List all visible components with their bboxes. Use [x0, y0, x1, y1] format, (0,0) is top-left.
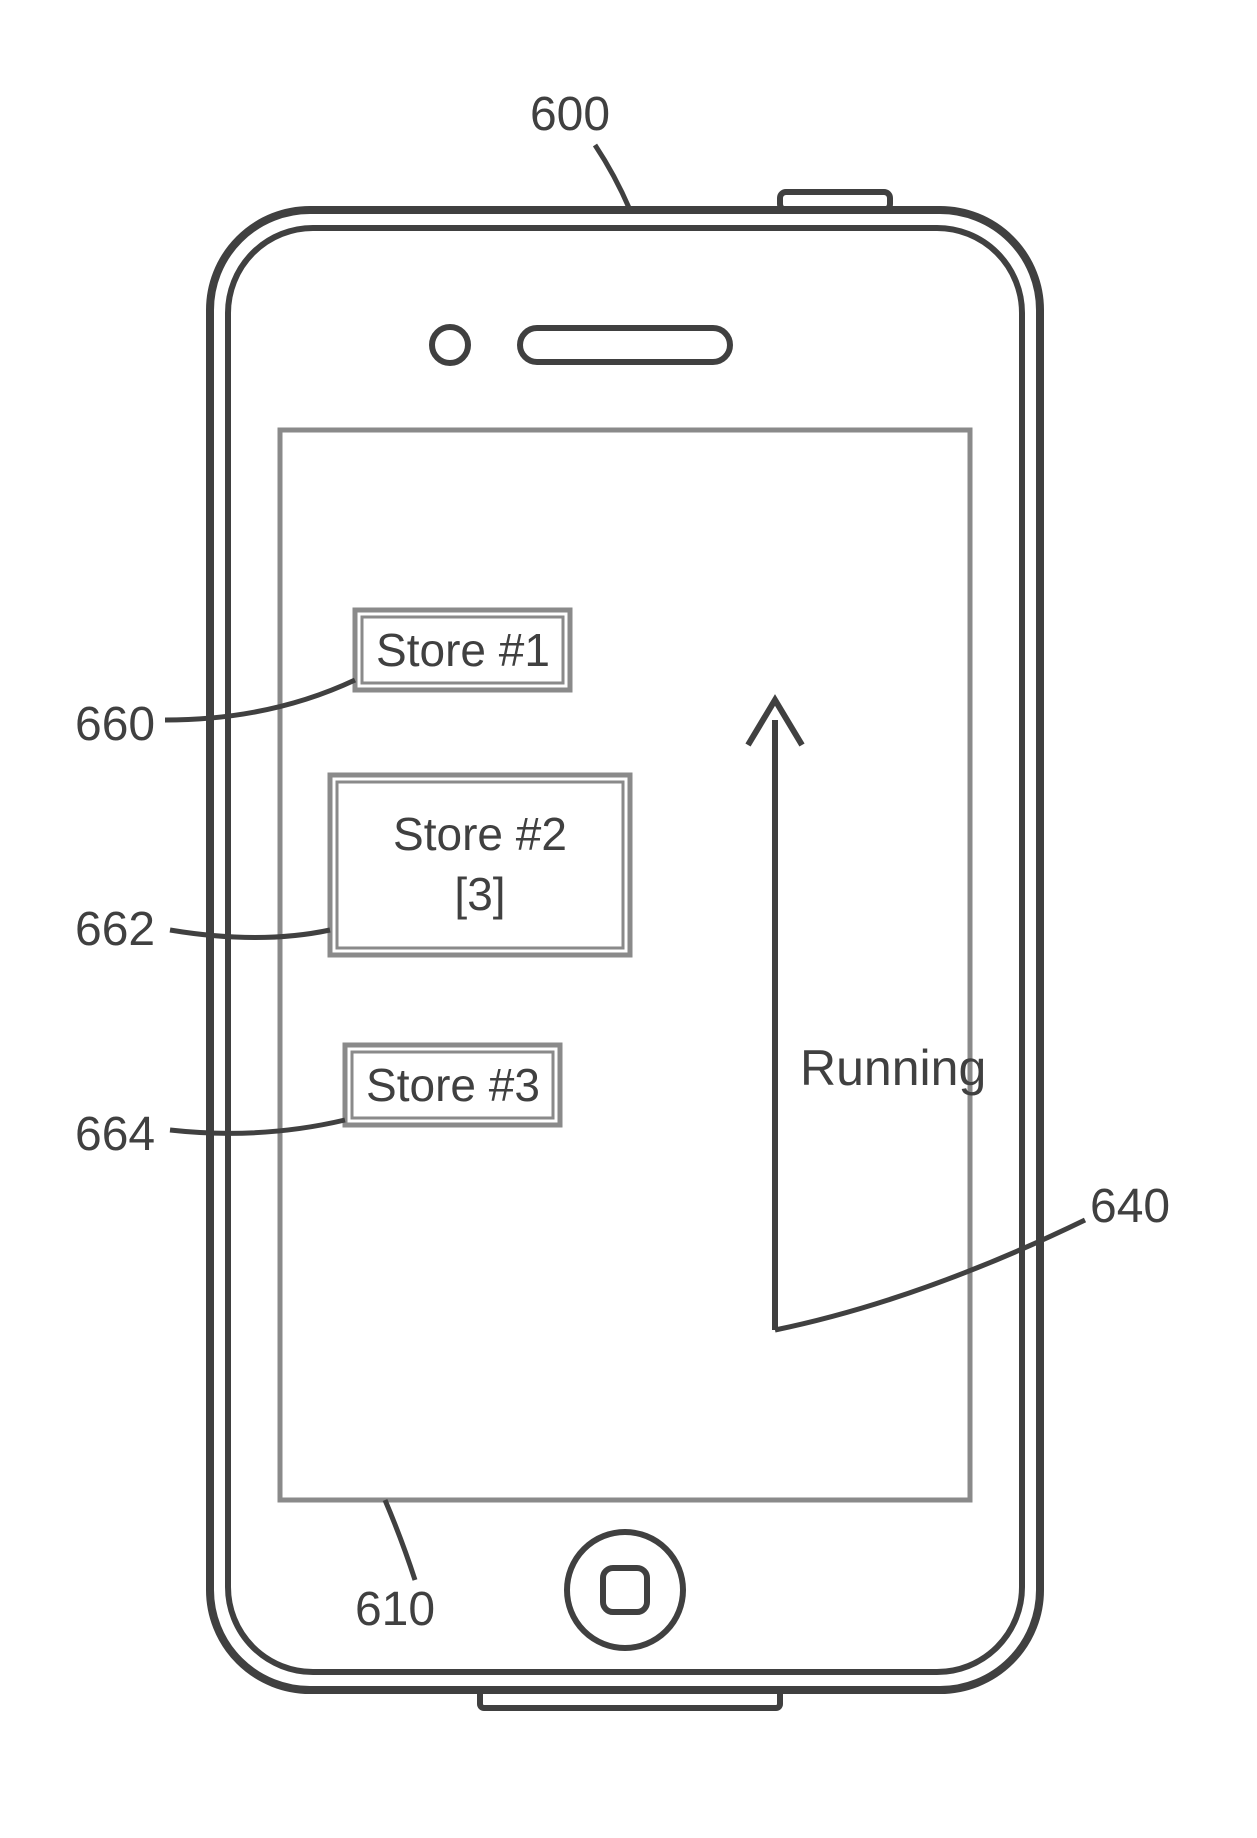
- home-button-glyph-icon: [603, 1568, 647, 1612]
- phone-body-inner: [228, 228, 1022, 1672]
- power-button-icon: [780, 192, 890, 210]
- ref-600-label: 600: [530, 88, 610, 141]
- running-label: Running: [800, 1040, 986, 1096]
- store3-box[interactable]: Store #3: [345, 1045, 560, 1125]
- dock-connector-icon: [480, 1690, 780, 1708]
- store3-label: Store #3: [366, 1059, 540, 1111]
- store2-label-line1: Store #2: [393, 808, 567, 860]
- ref-600: 600: [530, 88, 630, 210]
- ref-640: 640: [775, 1180, 1170, 1330]
- ref-640-label: 640: [1090, 1180, 1170, 1233]
- ref-660: 660: [75, 680, 355, 751]
- earpiece-speaker-icon: [520, 328, 730, 362]
- store1-box[interactable]: Store #1: [355, 610, 570, 690]
- home-button[interactable]: [567, 1532, 683, 1648]
- ref-664-label: 664: [75, 1108, 155, 1161]
- store2-box[interactable]: Store #2 [3]: [330, 775, 630, 955]
- front-camera-icon: [432, 327, 468, 363]
- running-arrow: Running: [748, 700, 986, 1330]
- ref-610: 610: [355, 1500, 435, 1636]
- ref-610-label: 610: [355, 1583, 435, 1636]
- ref-660-label: 660: [75, 698, 155, 751]
- screen-area[interactable]: [280, 430, 970, 1500]
- store1-label: Store #1: [376, 624, 550, 676]
- store2-label-line2: [3]: [454, 868, 505, 920]
- ref-662: 662: [75, 903, 330, 956]
- ref-662-label: 662: [75, 903, 155, 956]
- patent-figure: Store #1 Store #2 [3] Store #3 Running 6…: [0, 0, 1257, 1838]
